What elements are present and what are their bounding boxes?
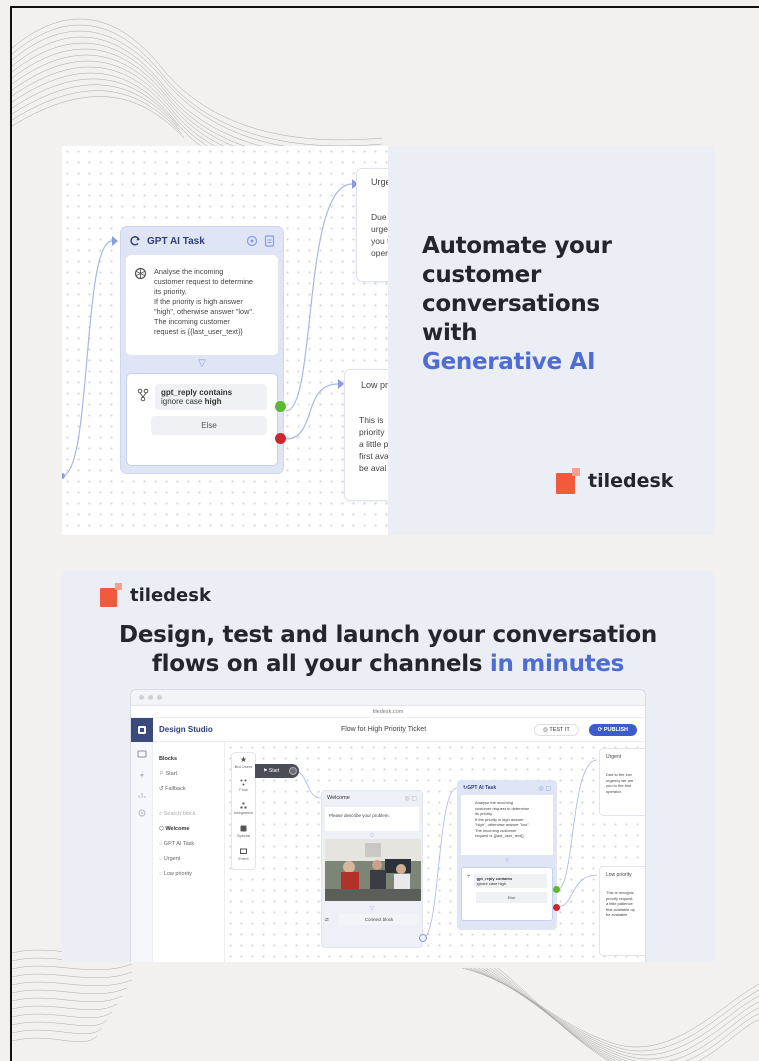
sidebar-item-urgent[interactable]: ◌ Urgent bbox=[159, 852, 224, 867]
chevron-down-icon: ▽ bbox=[198, 358, 206, 369]
welcome-message: Please describe your problem. bbox=[325, 807, 419, 831]
star-icon bbox=[240, 756, 247, 762]
document-icon[interactable] bbox=[264, 235, 275, 247]
tiledesk-logo: tiledesk bbox=[556, 468, 673, 494]
brand-name: tiledesk bbox=[588, 470, 674, 492]
banner-generative-ai: GPT AI Task Analyse the incoming custome… bbox=[62, 146, 714, 535]
sidebar-item-gpt-ai-task[interactable]: ◌ GPT AI Task bbox=[159, 837, 224, 852]
design-studio-header: Design Studio Flow for High Priority Tic… bbox=[131, 717, 645, 742]
condition-box[interactable]: ⑂ gpt_reply contains ignore case high El… bbox=[461, 867, 553, 921]
publish-button[interactable]: ⟳ PUBLISH bbox=[588, 723, 637, 736]
tiledesk-logo: tiledesk bbox=[100, 583, 211, 607]
chat-icon[interactable] bbox=[137, 750, 147, 760]
branch-icon: ⑂ bbox=[467, 874, 471, 880]
banner-design-studio: tiledesk Design, test and launch your co… bbox=[62, 571, 714, 962]
start-output-handle[interactable] bbox=[289, 767, 297, 775]
blocks-heading: Blocks bbox=[159, 756, 178, 762]
test-it-button[interactable]: ◎ TEST IT bbox=[534, 723, 579, 736]
ai-brain-icon[interactable] bbox=[246, 235, 258, 247]
tiledesk-logo-icon bbox=[556, 468, 580, 494]
integration-icon bbox=[240, 802, 247, 809]
condition-value: high bbox=[204, 397, 222, 406]
page-title: Design, test and launch your conversatio… bbox=[119, 622, 657, 677]
sidebar-item-welcome[interactable]: ⬡ Welcome bbox=[159, 822, 224, 837]
ai-icon[interactable]: ◎ ▢ bbox=[404, 795, 417, 802]
gpt-ai-task-block[interactable]: GPT AI Task Analyse the incoming custome… bbox=[120, 226, 284, 474]
condition-prefix: ignore case bbox=[161, 397, 203, 406]
gpt-block-title: GPT AI Task bbox=[147, 235, 205, 247]
gpt-block-title: GPT AI Task bbox=[467, 785, 497, 791]
tool-special[interactable]: Special bbox=[232, 822, 255, 845]
sidebar-item-low-priority[interactable]: ◌ Low priority bbox=[159, 867, 224, 882]
browser-title-bar bbox=[131, 690, 645, 706]
tool-flow[interactable]: Flow bbox=[232, 776, 255, 799]
chevron-down-icon: ▽ bbox=[370, 906, 374, 912]
design-studio-browser-window: tiledesk.com Design Studio Flow for High… bbox=[130, 689, 646, 962]
tool-event[interactable]: Event bbox=[232, 845, 255, 868]
title-accent: in minutes bbox=[489, 651, 625, 677]
design-studio-canvas: Bot Users Flow Integration Special Event… bbox=[225, 742, 645, 962]
else-branch[interactable]: Else bbox=[151, 416, 267, 435]
urgent-block-text: Due to the incr urgency we are you to th… bbox=[606, 772, 634, 794]
gpt-prompt-text: Analyse the incoming customer request to… bbox=[154, 267, 254, 336]
flow-icon bbox=[240, 779, 247, 786]
condition-title: gpt_reply contains bbox=[161, 388, 233, 397]
block-tools-panel: Bot Users Flow Integration Special Event bbox=[231, 752, 256, 870]
else-branch[interactable]: Else bbox=[476, 892, 547, 903]
decorative-wave-bottom-right bbox=[462, 967, 759, 1061]
app-title: Design Studio bbox=[159, 725, 213, 734]
condition-box[interactable]: gpt_reply contains ignore case high Else bbox=[126, 373, 278, 466]
welcome-block-title: Welcome bbox=[327, 795, 350, 801]
ai-icon[interactable]: ◎ ▢ bbox=[538, 785, 551, 792]
connect-block-button[interactable]: Connect block bbox=[339, 914, 419, 925]
decorative-wave-top-left bbox=[12, 18, 383, 158]
welcome-output-handle[interactable] bbox=[419, 934, 427, 942]
bolt-icon[interactable] bbox=[137, 770, 147, 780]
urgent-block[interactable]: Urgent Due to the incr urgency we are yo… bbox=[599, 748, 645, 816]
urgent-block-title: Urgent bbox=[606, 754, 622, 760]
analytics-icon[interactable] bbox=[137, 790, 147, 800]
icon-rail bbox=[131, 742, 153, 962]
false-output-handle[interactable] bbox=[275, 433, 286, 444]
condition-subtitle: ignore case high bbox=[476, 881, 506, 886]
chevron-down-icon: ▽ bbox=[505, 858, 509, 864]
blocks-sidebar: Blocks ⚐ Start ↺ Fallback ⌕ Search block… bbox=[153, 742, 225, 962]
false-output-handle[interactable] bbox=[553, 904, 560, 911]
gpt-block-header: GPT AI Task bbox=[121, 227, 283, 255]
sidebar-item-fallback[interactable]: ↺ Fallback bbox=[159, 782, 224, 797]
tool-bot-users[interactable]: Bot Users bbox=[232, 753, 255, 776]
search-block-input[interactable]: ⌕ Search block bbox=[159, 807, 224, 822]
headline-panel: Automate your customer conversations wit… bbox=[388, 146, 714, 535]
special-icon bbox=[240, 825, 247, 832]
welcome-block[interactable]: Welcome ◎ ▢ Please describe your problem… bbox=[321, 790, 423, 948]
low-priority-block[interactable]: Low priority This is recogniz priority r… bbox=[599, 866, 645, 956]
brand-name: tiledesk bbox=[130, 584, 211, 606]
true-output-handle[interactable] bbox=[553, 886, 560, 893]
sidebar-item-start[interactable]: ⚐ Start bbox=[159, 767, 224, 782]
office-photo bbox=[325, 839, 421, 901]
settings-icon[interactable] bbox=[137, 808, 147, 818]
browser-url[interactable]: tiledesk.com bbox=[131, 706, 645, 718]
gpt-prompt-text: Analyse the incoming customer request to… bbox=[461, 795, 553, 855]
refresh-icon bbox=[130, 236, 140, 246]
gpt-ai-task-block[interactable]: ↻ GPT AI Task ◎ ▢ Analyse the incoming c… bbox=[457, 780, 557, 930]
branch-icon bbox=[137, 388, 149, 402]
openai-icon bbox=[134, 267, 147, 280]
flow-title: Flow for High Priority Ticket bbox=[340, 726, 427, 733]
true-output-handle[interactable] bbox=[275, 401, 286, 412]
start-node[interactable]: ⚑ Start bbox=[255, 764, 299, 778]
tool-integration[interactable]: Integration bbox=[232, 799, 255, 822]
flow-canvas-preview: GPT AI Task Analyse the incoming custome… bbox=[62, 146, 416, 535]
condition-expression: gpt_reply contains ignore case high bbox=[155, 384, 267, 410]
connect-icon: ⇄ bbox=[325, 916, 329, 922]
gpt-prompt-box[interactable]: Analyse the incoming customer request to… bbox=[126, 255, 278, 355]
headline-accent: Generative AI bbox=[422, 349, 596, 375]
event-icon bbox=[240, 848, 247, 854]
low-priority-block-title: Low priority bbox=[606, 872, 632, 878]
low-priority-block-text: This is recogniz priority request. a lit… bbox=[606, 890, 635, 917]
tiledesk-logo-icon bbox=[100, 583, 122, 607]
headline: Automate your customer conversations wit… bbox=[422, 232, 692, 377]
design-studio-logo-icon bbox=[131, 717, 153, 742]
